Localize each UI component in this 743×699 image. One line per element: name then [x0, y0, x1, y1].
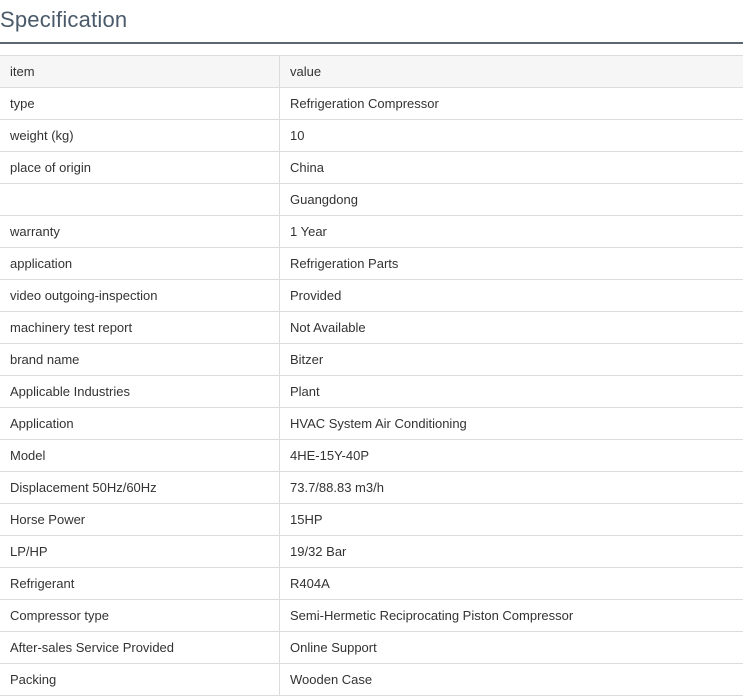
table-row: LP/HP 19/32 Bar	[0, 535, 743, 568]
table-row: Displacement 50Hz/60Hz 73.7/88.83 m3/h	[0, 471, 743, 504]
spec-value-cell: 10	[279, 119, 743, 152]
spec-value-cell: Semi-Hermetic Reciprocating Piston Compr…	[279, 599, 743, 632]
spec-key-cell: video outgoing-inspection	[0, 279, 280, 312]
spec-value-cell: HVAC System Air Conditioning	[279, 407, 743, 440]
table-row: warranty 1 Year	[0, 215, 743, 248]
spec-value-cell: Bitzer	[279, 343, 743, 376]
table-row: Guangdong	[0, 183, 743, 216]
spec-key-cell: type	[0, 87, 280, 120]
spec-value-cell: Plant	[279, 375, 743, 408]
spec-value-cell: 4HE-15Y-40P	[279, 439, 743, 472]
table-row: type Refrigeration Compressor	[0, 87, 743, 120]
spec-value-cell: Guangdong	[279, 183, 743, 216]
table-row: brand name Bitzer	[0, 343, 743, 376]
table-row: Packing Wooden Case	[0, 663, 743, 696]
table-row: Horse Power 15HP	[0, 503, 743, 536]
spec-value-cell: R404A	[279, 567, 743, 600]
table-row: Refrigerant R404A	[0, 567, 743, 600]
spec-value-cell: 19/32 Bar	[279, 535, 743, 568]
table-header-row: item value	[0, 55, 743, 88]
spec-key-cell: brand name	[0, 343, 280, 376]
spec-key-cell: Refrigerant	[0, 567, 280, 600]
spec-value-cell: Wooden Case	[279, 663, 743, 696]
spec-value-cell: 73.7/88.83 m3/h	[279, 471, 743, 504]
header-cell-item: item	[0, 55, 280, 88]
spec-value-cell: Refrigeration Compressor	[279, 87, 743, 120]
spec-key-cell: Displacement 50Hz/60Hz	[0, 471, 280, 504]
table-row: machinery test report Not Available	[0, 311, 743, 344]
spec-key-cell: weight (kg)	[0, 119, 280, 152]
section-title: Specification	[0, 7, 128, 32]
table-row: Model 4HE-15Y-40P	[0, 439, 743, 472]
table-row: After-sales Service Provided Online Suppo…	[0, 631, 743, 664]
spec-key-cell: Horse Power	[0, 503, 280, 536]
table-row: weight (kg) 10	[0, 119, 743, 152]
spec-value-cell: Refrigeration Parts	[279, 247, 743, 280]
spec-key-cell: After-sales Service Provided	[0, 631, 280, 664]
spec-key-cell: warranty	[0, 215, 280, 248]
table-row: Applicable Industries Plant	[0, 375, 743, 408]
specification-table: item value type Refrigeration Compressor w…	[0, 55, 743, 696]
spec-key-cell: LP/HP	[0, 535, 280, 568]
table-row: place of origin China	[0, 151, 743, 184]
spec-value-cell: 1 Year	[279, 215, 743, 248]
spec-value-cell: Not Available	[279, 311, 743, 344]
spec-value-cell: 15HP	[279, 503, 743, 536]
spec-key-cell: place of origin	[0, 151, 280, 184]
spec-key-cell: Applicable Industries	[0, 375, 280, 408]
spec-key-cell: Model	[0, 439, 280, 472]
specification-table-body: item value type Refrigeration Compressor w…	[0, 55, 743, 696]
spec-value-cell: China	[279, 151, 743, 184]
table-row: application Refrigeration Parts	[0, 247, 743, 280]
spec-value-cell: Online Support	[279, 631, 743, 664]
spec-value-cell: Provided	[279, 279, 743, 312]
spec-key-cell: machinery test report	[0, 311, 280, 344]
spec-key-cell	[0, 183, 280, 216]
spec-key-cell: Application	[0, 407, 280, 440]
spec-key-cell: Packing	[0, 663, 280, 696]
section-header: Specification	[0, 0, 743, 44]
spec-key-cell: Compressor type	[0, 599, 280, 632]
table-row: Application HVAC System Air Conditioning	[0, 407, 743, 440]
table-row: video outgoing-inspection Provided	[0, 279, 743, 312]
table-row: Compressor type Semi-Hermetic Reciprocati…	[0, 599, 743, 632]
spec-key-cell: application	[0, 247, 280, 280]
specification-section: Specification item value type Refrigerati…	[0, 0, 743, 699]
header-cell-value: value	[279, 55, 743, 88]
